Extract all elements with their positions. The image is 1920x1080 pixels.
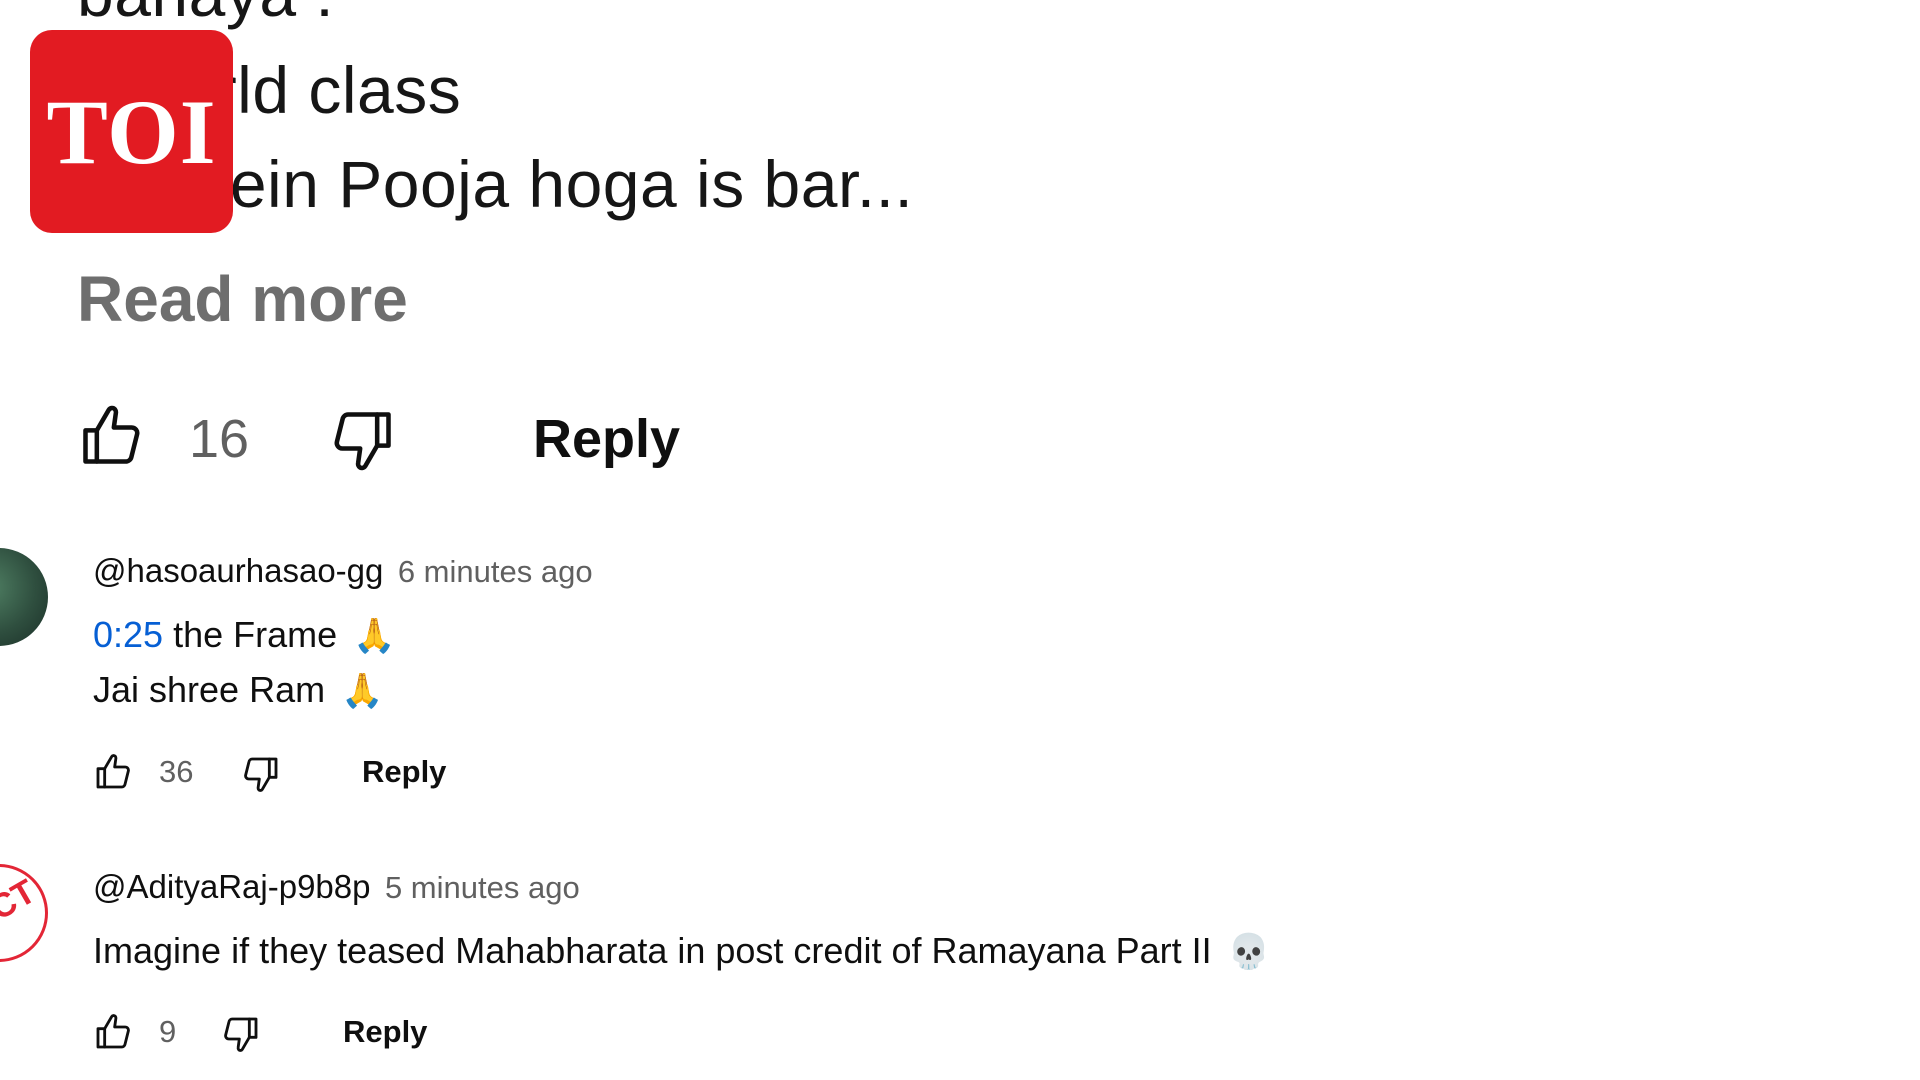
logo-text: TOI <box>46 80 217 183</box>
thumbs-up-icon[interactable] <box>77 402 145 470</box>
comment-text-line: banaya : <box>77 0 334 31</box>
folded-hands-emoji: 🙏 <box>341 672 384 710</box>
like-count: 16 <box>189 409 250 469</box>
comment-item: @hasoaurhasao-gg 6 minutes ago 0:25 the … <box>0 548 1920 792</box>
thumbs-down-icon[interactable] <box>221 1014 261 1054</box>
skull-emoji: 💀 <box>1227 933 1270 971</box>
thumbs-down-icon[interactable] <box>241 754 281 794</box>
comment-text-line: Imagine if they teased Mahabharata in po… <box>93 930 1270 972</box>
comment-text-line: Jai shree Ram 🙏 <box>93 669 383 711</box>
thumbs-down-icon[interactable] <box>329 406 397 474</box>
reply-button[interactable]: Reply <box>533 408 680 470</box>
comment-header: @hasoaurhasao-gg 6 minutes ago <box>93 552 593 590</box>
comment-text: the Frame <box>163 614 338 655</box>
comment-author[interactable]: @hasoaurhasao-gg <box>93 552 383 589</box>
reply-button[interactable]: Reply <box>362 754 446 790</box>
comment-time[interactable]: 5 minutes ago <box>385 870 580 905</box>
like-count: 9 <box>159 1014 177 1049</box>
comment-text: Imagine if they teased Mahabharata in po… <box>93 930 1212 971</box>
comment-item: ACT @AdityaRaj-p9b8p 5 minutes ago Imagi… <box>0 864 1920 1064</box>
thumbs-up-icon[interactable] <box>93 1012 133 1052</box>
avatar[interactable] <box>0 548 48 646</box>
comment-text: Jai shree Ram <box>93 669 326 710</box>
read-more-link[interactable]: Read more <box>77 262 408 336</box>
thumbs-up-icon[interactable] <box>93 752 133 792</box>
comment-author[interactable]: @AdityaRaj-p9b8p <box>93 868 371 905</box>
like-count: 36 <box>159 754 194 789</box>
folded-hands-emoji: 🙏 <box>353 617 396 655</box>
comments-screen: banaya : s world class tre mein Pooja ho… <box>0 0 1920 1080</box>
avatar[interactable]: ACT <box>0 864 48 962</box>
toi-logo: TOI <box>30 30 233 233</box>
avatar-stamp-text: ACT <box>0 872 43 941</box>
comment-header: @AdityaRaj-p9b8p 5 minutes ago <box>93 868 580 906</box>
comment-text-line: 0:25 the Frame 🙏 <box>93 614 396 656</box>
timestamp-link[interactable]: 0:25 <box>93 614 163 655</box>
reply-button[interactable]: Reply <box>343 1014 427 1050</box>
comment-time[interactable]: 6 minutes ago <box>398 554 593 589</box>
